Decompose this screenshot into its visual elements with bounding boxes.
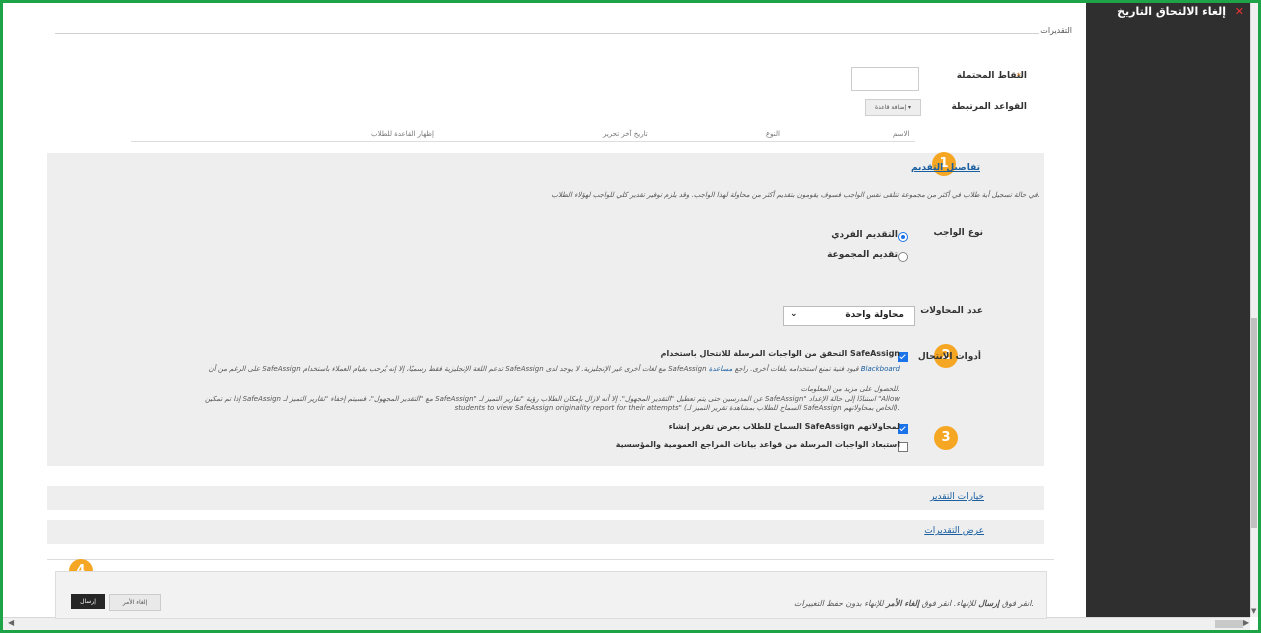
rubric-table-divider	[131, 141, 915, 142]
group-radio[interactable]	[898, 252, 908, 262]
safeassign-note-text: على الرغم من أن SafeAssign تدعم اللغة ال…	[208, 365, 859, 373]
safeassign-note-2: للحصول على مزيد من المعلومات.	[800, 385, 900, 393]
grading-options-link[interactable]: خيارات التقدير	[930, 492, 984, 502]
vertical-scroll-thumb[interactable]	[1251, 318, 1257, 528]
rubric-col-show: إظهار القاعدة للطلاب	[371, 130, 434, 138]
footer-instructions: انقر فوق إرسال للإنهاء. انقر فوق إلغاء ا…	[794, 599, 1034, 608]
display-grades-link[interactable]: عرض التقديرات	[924, 526, 984, 536]
allow-view-label: السماح للطلاب بعرض تقرير إنشاء SafeAssig…	[668, 422, 900, 431]
footer-text-2: للإنهاء. انقر فوق	[919, 599, 979, 608]
group-notice: في حالة تسجيل أية طلاب في أكثر من مجموعة…	[551, 191, 1040, 199]
add-rubric-button[interactable]: إضافة قاعدة ▾	[865, 99, 921, 116]
safeassign-note-1: على الرغم من أن SafeAssign تدعم اللغة ال…	[160, 365, 900, 373]
cancel-button[interactable]: إلغاء الأمر	[109, 594, 161, 611]
scroll-right-arrow-icon[interactable]: ▶	[1243, 618, 1249, 627]
chevron-down-icon: ▾	[908, 104, 912, 111]
grading-section-title: التقديرات	[1040, 26, 1072, 35]
group-option-label: تقديم المجموعة	[827, 250, 898, 260]
scroll-down-arrow-icon[interactable]: ▼	[1251, 607, 1256, 615]
attempts-select[interactable]: محاولة واحدة ⌄	[783, 306, 915, 326]
grading-options-bar	[47, 486, 1044, 510]
horizontal-scroll-thumb[interactable]	[1215, 620, 1243, 628]
footer-cancel-word: إلغاء الأمر	[886, 599, 920, 608]
footer-bar: انقر فوق إرسال للإنهاء. انقر فوق إلغاء ا…	[55, 571, 1047, 619]
horizontal-scrollbar[interactable]	[3, 617, 1250, 630]
display-grades-bar	[47, 520, 1044, 544]
submission-details-link[interactable]: تفاصيل التقديم	[911, 163, 980, 173]
chevron-down-icon: ⌄	[790, 309, 798, 319]
individual-option-label: التقديم الفردي	[831, 230, 898, 240]
safeassign-note-3: إذا تم تمكين SafeAssign مع "التقدير المج…	[204, 395, 900, 403]
add-rubric-label: إضافة قاعدة	[874, 104, 907, 111]
top-panel-title[interactable]: إلغاء الالتحاق التاريخ	[1117, 5, 1226, 18]
section-divider	[55, 33, 1039, 34]
scroll-left-arrow-icon[interactable]: ◀	[8, 618, 14, 627]
rubric-col-name: الاسم	[893, 130, 910, 138]
individual-radio[interactable]	[898, 232, 908, 242]
close-icon[interactable]: ✕	[1235, 5, 1244, 18]
safeassign-note-4: students to view SafeAssign originality …	[454, 404, 900, 412]
points-input[interactable]	[851, 67, 919, 91]
section-divider-bottom	[47, 559, 1054, 560]
safeassign-check-label: التحقق من الواجبات المرسلة للانتحال باست…	[660, 349, 900, 358]
submit-button[interactable]: إرسال	[71, 594, 105, 609]
footer-submit-word: إرسال	[978, 599, 1000, 608]
right-dark-panel: إلغاء الالتحاق التاريخ ✕	[1086, 3, 1250, 617]
rubric-col-date: تاريخ آخر تحرير	[603, 130, 648, 138]
callout-badge-3: 3	[934, 426, 958, 450]
footer-text-1: انقر فوق	[999, 599, 1032, 608]
screenshot-frame: إلغاء الالتحاق التاريخ ✕ ▼ ◀ ▶ التقديرات…	[0, 0, 1261, 633]
attempts-value: محاولة واحدة	[845, 310, 904, 320]
page: إلغاء الالتحاق التاريخ ✕ ▼ ◀ ▶ التقديرات…	[3, 3, 1258, 630]
rubric-col-type: النوع	[766, 130, 780, 138]
exclude-label: استبعاد الواجبات المرسلة من قواعد بيانات…	[615, 440, 900, 449]
